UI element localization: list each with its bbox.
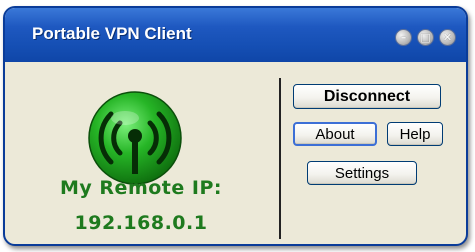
wifi-signal-icon	[88, 91, 182, 185]
vpn-client-window: Portable VPN Client – □ ✕ My Remote IP: …	[3, 6, 468, 246]
close-button[interactable]: ✕	[439, 29, 456, 46]
title-bar[interactable]: Portable VPN Client – □ ✕	[5, 8, 466, 62]
maximize-button[interactable]: □	[417, 29, 434, 46]
settings-button[interactable]: Settings	[307, 161, 417, 185]
vertical-divider	[279, 78, 281, 239]
remote-ip-label: My Remote IP:	[60, 177, 222, 199]
remote-ip-value: 192.168.0.1	[74, 212, 208, 234]
window-title: Portable VPN Client	[32, 24, 192, 43]
help-button[interactable]: Help	[387, 122, 443, 146]
maximize-icon: □	[420, 31, 431, 44]
minimize-icon: –	[400, 31, 407, 44]
minimize-button[interactable]: –	[395, 29, 412, 46]
about-button[interactable]: About	[293, 122, 377, 146]
disconnect-button[interactable]: Disconnect	[293, 84, 441, 109]
close-icon: ✕	[442, 31, 453, 44]
window-content: My Remote IP: 192.168.0.1 Disconnect Abo…	[5, 62, 466, 244]
